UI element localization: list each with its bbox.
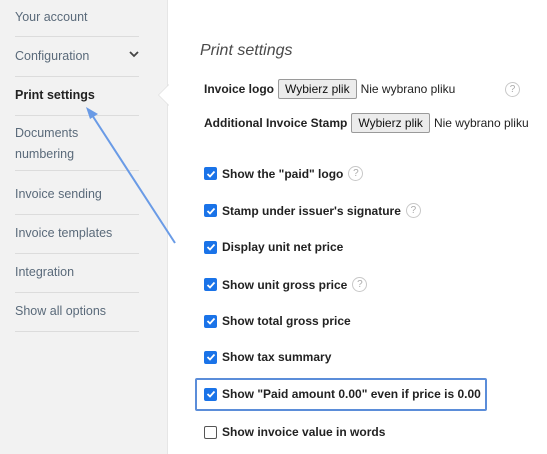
option-show-unit-gross-price[interactable]: Show unit gross price ? — [204, 277, 368, 292]
sidebar-item-documents-numbering[interactable]: Documents numbering — [15, 123, 139, 171]
page-title: Print settings — [200, 42, 293, 59]
sidebar-item-label: Print settings — [15, 88, 95, 102]
invoice-logo-row: Invoice logo Wybierz plik Nie wybrano pl… — [204, 79, 455, 99]
option-label: Show tax summary — [222, 350, 332, 364]
sidebar-item-label: Configuration — [15, 49, 90, 63]
chevron-down-icon — [129, 45, 139, 67]
checkbox-checked[interactable] — [204, 387, 217, 401]
checkbox-unchecked[interactable] — [204, 425, 217, 439]
invoice-logo-file-status: Nie wybrano pliku — [360, 82, 456, 96]
option-label: Show the "paid" logo — [222, 166, 344, 181]
option-label: Show "Paid amount 0.00" even if price is… — [222, 387, 481, 401]
invoice-logo-choose-file-button[interactable]: Wybierz plik — [278, 79, 357, 99]
additional-stamp-label: Additional Invoice Stamp — [204, 116, 348, 130]
option-label: Show unit gross price — [222, 277, 348, 292]
option-display-unit-net-price[interactable]: Display unit net price — [204, 240, 343, 254]
additional-stamp-file-status: Nie wybrano pliku — [433, 116, 529, 130]
sidebar-item-integration[interactable]: Integration — [15, 261, 139, 293]
help-icon[interactable]: ? — [405, 203, 421, 218]
sidebar-item-your-account[interactable]: Your account — [15, 6, 139, 37]
sidebar-item-invoice-sending[interactable]: Invoice sending — [15, 183, 139, 215]
checkbox-checked[interactable] — [204, 240, 217, 254]
sidebar-item-label: Invoice templates — [15, 226, 113, 240]
sidebar-item-print-settings[interactable]: Print settings — [15, 84, 139, 116]
option-label: Show total gross price — [222, 314, 351, 328]
sidebar-item-label: Your account — [15, 10, 88, 24]
option-show-invoice-value-in-words[interactable]: Show invoice value in words — [204, 425, 385, 439]
help-icon[interactable]: ? — [505, 82, 520, 97]
checkbox-checked[interactable] — [204, 204, 217, 217]
additional-stamp-row: Additional Invoice Stamp Wybierz plik Ni… — [204, 113, 529, 133]
additional-stamp-choose-file-button[interactable]: Wybierz plik — [351, 113, 430, 133]
sidebar-item-show-all-options[interactable]: Show all options — [15, 300, 139, 332]
checkbox-checked[interactable] — [204, 314, 217, 328]
option-show-paid-amount-zero[interactable]: Show "Paid amount 0.00" even if price is… — [204, 387, 481, 401]
checkbox-checked[interactable] — [204, 167, 217, 180]
option-stamp-under-signature[interactable]: Stamp under issuer's signature ? — [204, 203, 421, 218]
sidebar-item-label: Show all options — [15, 304, 107, 318]
help-icon[interactable]: ? — [348, 166, 364, 181]
option-show-total-gross-price[interactable]: Show total gross price — [204, 314, 351, 328]
active-indicator — [159, 85, 169, 105]
invoice-logo-label: Invoice logo — [204, 82, 275, 96]
help-icon[interactable]: ? — [352, 277, 368, 292]
checkbox-checked[interactable] — [204, 278, 217, 291]
sidebar-item-invoice-templates[interactable]: Invoice templates — [15, 222, 139, 254]
checkbox-checked[interactable] — [204, 350, 217, 364]
option-show-tax-summary[interactable]: Show tax summary — [204, 350, 331, 364]
option-show-paid-logo[interactable]: Show the "paid" logo ? — [204, 166, 364, 181]
sidebar-item-label: Integration — [15, 265, 75, 279]
sidebar-item-label: Invoice sending — [15, 187, 102, 201]
option-label: Show invoice value in words — [222, 425, 386, 439]
option-label: Stamp under issuer's signature — [222, 203, 401, 218]
option-label: Display unit net price — [222, 240, 344, 254]
sidebar-item-configuration[interactable]: Configuration — [15, 45, 139, 77]
divider — [15, 36, 139, 37]
sidebar: Your account Configuration Print setting… — [0, 0, 168, 454]
sidebar-item-label: Documents numbering — [15, 126, 79, 161]
